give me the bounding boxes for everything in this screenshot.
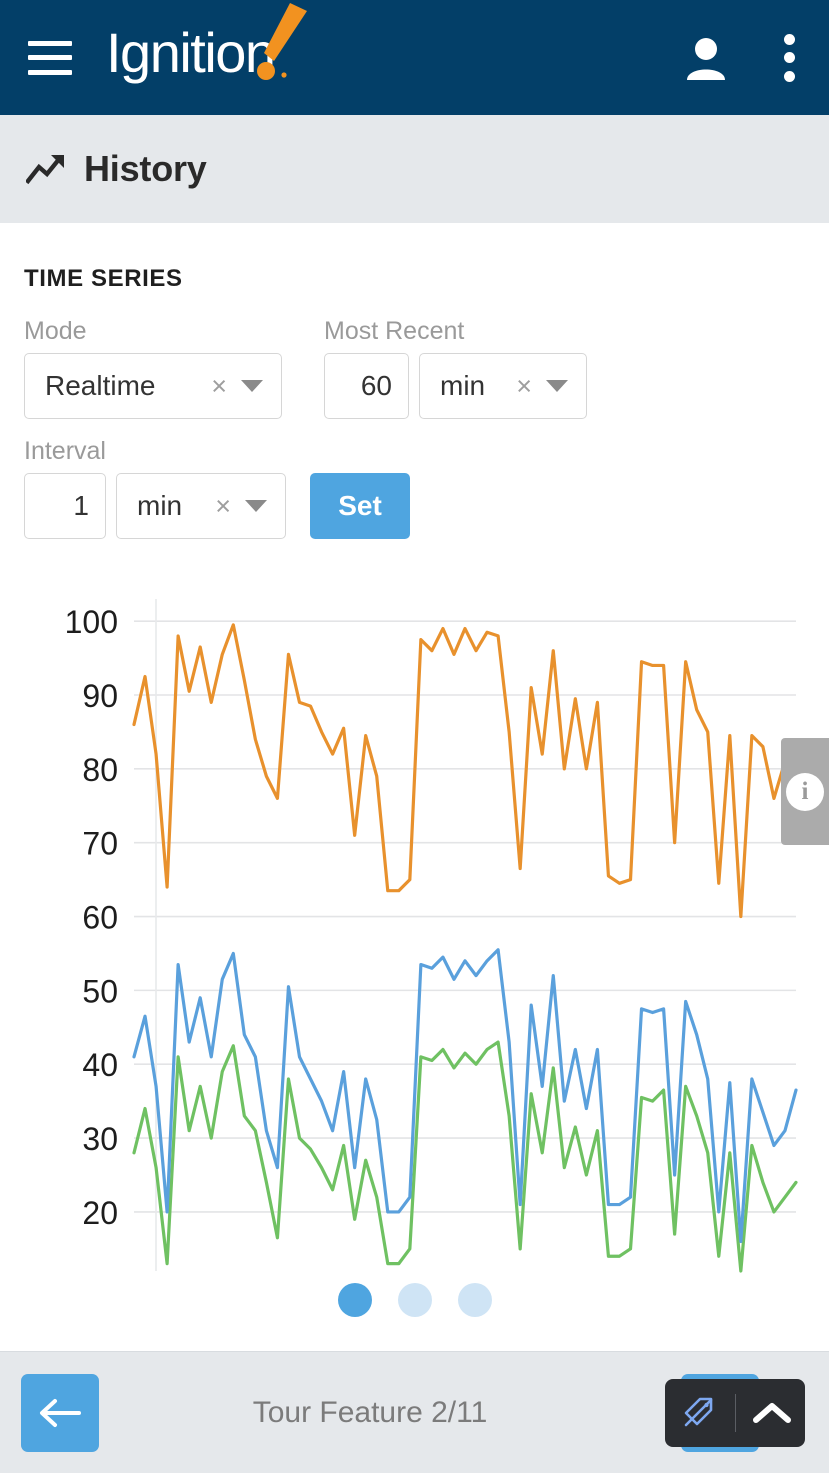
- mode-value: Realtime: [25, 370, 155, 402]
- person-icon[interactable]: [685, 36, 727, 80]
- tour-collapse-button[interactable]: [744, 1385, 800, 1441]
- most-recent-unit-clear-icon[interactable]: ×: [506, 373, 542, 400]
- most-recent-unit-select[interactable]: min ×: [419, 353, 587, 419]
- y-axis-tick-label: 20: [82, 1195, 118, 1231]
- toggle-divider: [735, 1394, 736, 1432]
- tag-off-icon: [680, 1394, 718, 1432]
- page-title: History: [84, 148, 207, 190]
- mode-clear-icon[interactable]: ×: [201, 373, 237, 400]
- tour-progress-label: Tour Feature 2/11: [59, 1396, 681, 1430]
- kebab-dot: [784, 34, 795, 45]
- most-recent-unit-value: min: [420, 370, 485, 402]
- mode-select[interactable]: Realtime ×: [24, 353, 282, 419]
- interval-value: 1: [73, 490, 89, 522]
- chevron-down-icon[interactable]: [546, 380, 568, 392]
- kebab-dot: [784, 52, 795, 63]
- chart-series-line: [134, 950, 796, 1242]
- info-icon: i: [786, 773, 824, 811]
- kebab-menu-icon[interactable]: [783, 34, 795, 82]
- hamburger-menu-icon[interactable]: [28, 41, 72, 75]
- interval-input[interactable]: 1: [24, 473, 106, 539]
- hamburger-bar: [28, 55, 72, 60]
- form-row-2: Interval 1 min × Set: [24, 437, 805, 539]
- form-row-1: Mode Realtime × Most Recent 60 min: [24, 317, 805, 419]
- y-axis-tick-label: 40: [82, 1047, 118, 1083]
- tour-bar: Tour Feature 2/11: [0, 1351, 829, 1473]
- chevron-down-icon[interactable]: [245, 500, 267, 512]
- interval-unit-select[interactable]: min ×: [116, 473, 286, 539]
- carousel-dot-1[interactable]: [338, 1283, 372, 1317]
- info-tab-button[interactable]: i: [781, 738, 829, 845]
- tag-off-button[interactable]: [671, 1385, 727, 1441]
- y-axis-tick-label: 30: [82, 1121, 118, 1157]
- chevron-down-icon[interactable]: [241, 380, 263, 392]
- chart-series-line: [134, 1042, 796, 1271]
- y-axis-tick-label: 50: [82, 973, 118, 1009]
- mode-field: Mode Realtime ×: [24, 317, 282, 419]
- set-button[interactable]: Set: [310, 473, 410, 539]
- app-header: Ignition: [0, 0, 829, 115]
- hamburger-bar: [28, 70, 72, 75]
- hamburger-bar: [28, 41, 72, 46]
- y-axis-tick-label: 70: [82, 826, 118, 862]
- exclamation-mark-icon: [250, 1, 310, 81]
- interval-field: Interval 1 min × Set: [24, 437, 410, 539]
- most-recent-value: 60: [361, 370, 392, 402]
- interval-unit-value: min: [117, 490, 182, 522]
- mode-label: Mode: [24, 317, 282, 346]
- page-subheader: History: [0, 115, 829, 223]
- chart-series-line: [134, 625, 796, 917]
- tour-toggle-group: [665, 1379, 805, 1447]
- most-recent-field: Most Recent 60 min ×: [324, 317, 587, 419]
- app-header-actions: [685, 34, 801, 82]
- y-axis-tick-label: 90: [82, 678, 118, 714]
- kebab-dot: [784, 71, 795, 82]
- time-series-chart[interactable]: 20 30 40 50 60 70 80 90 100: [24, 581, 805, 1281]
- most-recent-label: Most Recent: [324, 317, 587, 346]
- main-content: TIME SERIES Mode Realtime × Most Recent: [0, 223, 829, 1281]
- carousel-dot-3[interactable]: [458, 1283, 492, 1317]
- interval-unit-clear-icon[interactable]: ×: [205, 493, 241, 520]
- interval-label: Interval: [24, 437, 410, 466]
- time-series-form: Mode Realtime × Most Recent 60 min: [24, 317, 805, 539]
- carousel-dot-2[interactable]: [398, 1283, 432, 1317]
- carousel-dots: [0, 1283, 829, 1317]
- chart-canvas[interactable]: 20 30 40 50 60 70 80 90 100: [24, 581, 805, 1281]
- y-axis-tick-label: 60: [82, 900, 118, 936]
- trending-up-icon: [26, 153, 66, 185]
- y-axis-tick-label: 80: [82, 752, 118, 788]
- y-axis-tick-label: 100: [65, 604, 118, 640]
- chevron-up-icon: [752, 1399, 792, 1427]
- section-title: TIME SERIES: [24, 223, 805, 303]
- most-recent-input[interactable]: 60: [324, 353, 409, 419]
